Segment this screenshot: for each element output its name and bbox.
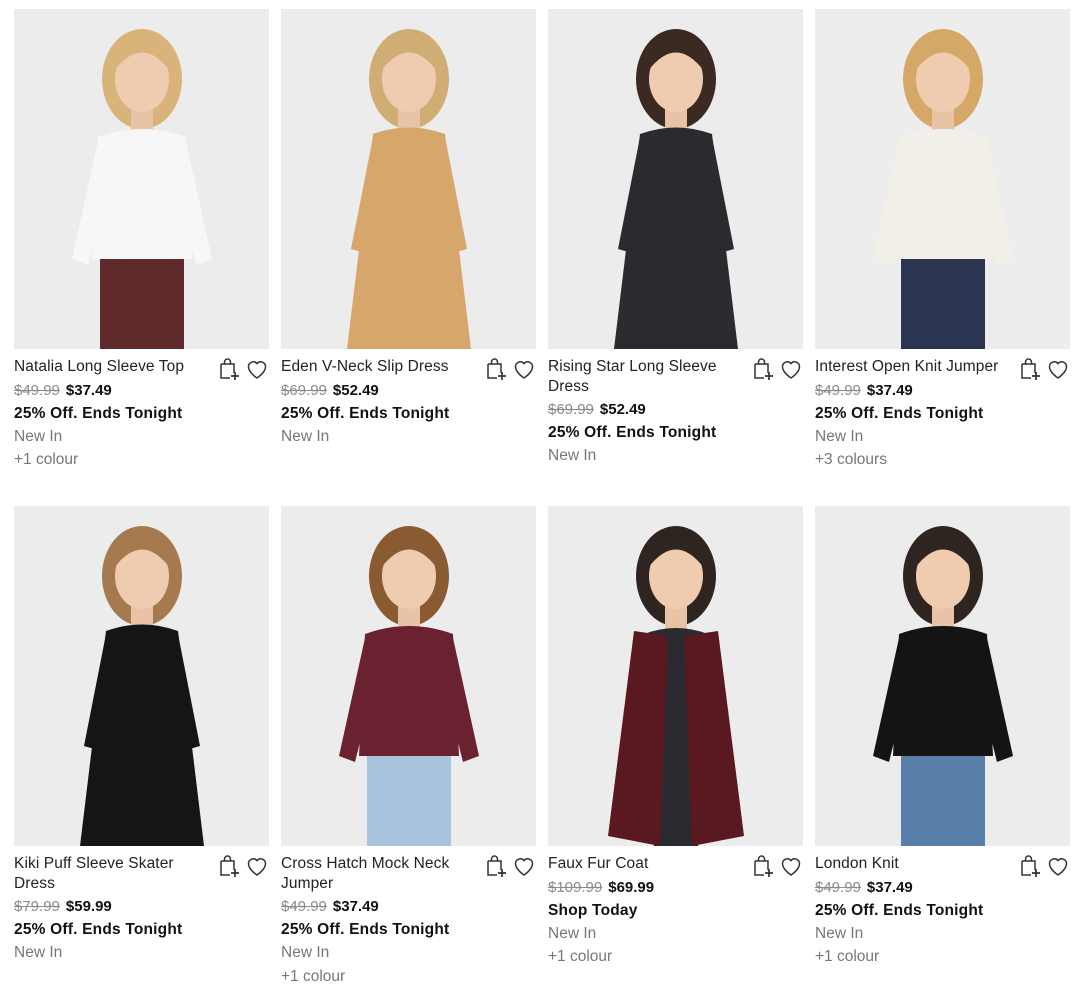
product-info: London Knit $49.99 $37.49 25% Off. Ends Ton… [815, 854, 1070, 969]
promo-text: 25% Off. Ends Tonight [815, 901, 984, 919]
new-in-badge: New In [14, 944, 63, 961]
promo-text: 25% Off. Ends Tonight [14, 921, 183, 938]
product-actions [217, 854, 269, 878]
heart-icon[interactable] [1046, 357, 1070, 381]
was-price: $109.99 [548, 878, 603, 896]
heart-icon[interactable] [512, 854, 536, 878]
was-price: $69.99 [281, 381, 327, 399]
product-image[interactable] [14, 506, 269, 846]
promo-text: 25% Off. Ends Tonight [815, 404, 984, 422]
product-info: Eden V-Neck Slip Dress $69.99 $52.49 25% Of… [281, 357, 536, 448]
sale-price: $52.49 [332, 381, 379, 399]
product-name[interactable]: Interest Open Knit Jumper [815, 357, 1015, 377]
product-actions [1018, 854, 1070, 878]
product-image[interactable] [815, 506, 1070, 846]
heart-icon[interactable] [245, 854, 269, 878]
new-in-badge: New In [548, 447, 597, 464]
product-image[interactable] [281, 9, 536, 349]
new-in-badge: New In [815, 427, 864, 445]
product-actions [1018, 357, 1070, 381]
sale-price: $37.49 [866, 878, 913, 896]
heart-icon[interactable] [245, 357, 269, 381]
heart-icon[interactable] [1046, 854, 1070, 878]
heart-icon[interactable] [779, 357, 803, 381]
new-in-badge: New In [281, 427, 330, 445]
product-actions [484, 357, 536, 381]
product-name[interactable]: Kiki Puff Sleeve Skater Dress [14, 854, 214, 893]
product-name[interactable]: Cross Hatch Mock Neck Jumper [281, 854, 481, 893]
product-image[interactable] [548, 506, 803, 846]
product-actions [751, 854, 803, 878]
product-prices: $109.99 $69.99 [548, 876, 803, 899]
product-actions [751, 357, 803, 381]
colour-count-link[interactable]: +1 colour [14, 448, 269, 472]
product-prices: $69.99 $52.49 [281, 379, 536, 402]
product-image[interactable] [14, 9, 269, 349]
product-name[interactable]: Rising Star Long Sleeve Dress [548, 357, 748, 396]
was-price: $49.99 [815, 878, 861, 896]
sale-price: $37.49 [65, 381, 112, 399]
was-price: $69.99 [548, 401, 594, 418]
new-in-badge: New In [281, 944, 330, 961]
sale-price: $52.49 [599, 401, 646, 418]
product-actions [217, 357, 269, 381]
new-in-badge: New In [14, 427, 63, 445]
add-to-bag-icon[interactable] [217, 854, 241, 878]
product-prices: $79.99 $59.99 [14, 895, 269, 918]
product-prices: $49.99 $37.49 [815, 876, 1070, 899]
heart-icon[interactable] [512, 357, 536, 381]
add-to-bag-icon[interactable] [484, 357, 508, 381]
sale-price: $37.49 [332, 898, 379, 915]
new-in-badge: New In [815, 924, 864, 942]
add-to-bag-icon[interactable] [217, 357, 241, 381]
product-info: Interest Open Knit Jumper $49.99 $37.49 25%… [815, 357, 1070, 472]
product-name[interactable]: Faux Fur Coat [548, 854, 748, 874]
product-image[interactable] [548, 9, 803, 349]
product-info: Natalia Long Sleeve Top $49.99 $37.49 25% O… [14, 357, 269, 472]
promo-text: 25% Off. Ends Tonight [548, 424, 717, 441]
product-info: Faux Fur Coat $109.99 $69.99 Shop Today New … [548, 854, 803, 969]
sale-price: $59.99 [65, 898, 112, 915]
product-prices: $49.99 $37.49 [14, 379, 269, 402]
heart-icon[interactable] [779, 854, 803, 878]
product-info: Rising Star Long Sleeve Dress $69.99 $52.4… [548, 357, 803, 468]
product-image[interactable] [815, 9, 1070, 349]
promo-text: 25% Off. Ends Tonight [281, 404, 450, 422]
product-info: Cross Hatch Mock Neck Jumper $49.99 $37.49… [281, 854, 536, 988]
product-image[interactable] [281, 506, 536, 846]
add-to-bag-icon[interactable] [1018, 854, 1042, 878]
add-to-bag-icon[interactable] [1018, 357, 1042, 381]
promo-text: 25% Off. Ends Tonight [14, 404, 183, 422]
product-prices: $69.99 $52.49 [548, 398, 803, 421]
colour-count-link[interactable]: +1 colour [815, 945, 1070, 969]
product-name[interactable]: London Knit [815, 854, 1015, 874]
product-actions [484, 854, 536, 878]
add-to-bag-icon[interactable] [751, 357, 775, 381]
sale-price: $37.49 [866, 381, 913, 399]
sale-price: $69.99 [608, 878, 655, 896]
product-name[interactable]: Eden V-Neck Slip Dress [281, 357, 481, 377]
add-to-bag-icon[interactable] [484, 854, 508, 878]
colour-count-link[interactable]: +3 colours [815, 448, 1070, 472]
colour-count-link[interactable]: +1 colour [548, 945, 803, 969]
product-info: Kiki Puff Sleeve Skater Dress $79.99 $59.9… [14, 854, 269, 965]
was-price: $79.99 [14, 898, 60, 915]
was-price: $49.99 [815, 381, 861, 399]
product-prices: $49.99 $37.49 [815, 379, 1070, 402]
product-name[interactable]: Natalia Long Sleeve Top [14, 357, 214, 377]
new-in-badge: New In [548, 924, 597, 942]
was-price: $49.99 [281, 898, 327, 915]
product-prices: $49.99 $37.49 [281, 895, 536, 918]
colour-count-link[interactable]: +1 colour [281, 965, 536, 989]
promo-text: 25% Off. Ends Tonight [281, 921, 450, 938]
was-price: $49.99 [14, 381, 60, 399]
promo-text: Shop Today [548, 901, 638, 919]
add-to-bag-icon[interactable] [751, 854, 775, 878]
